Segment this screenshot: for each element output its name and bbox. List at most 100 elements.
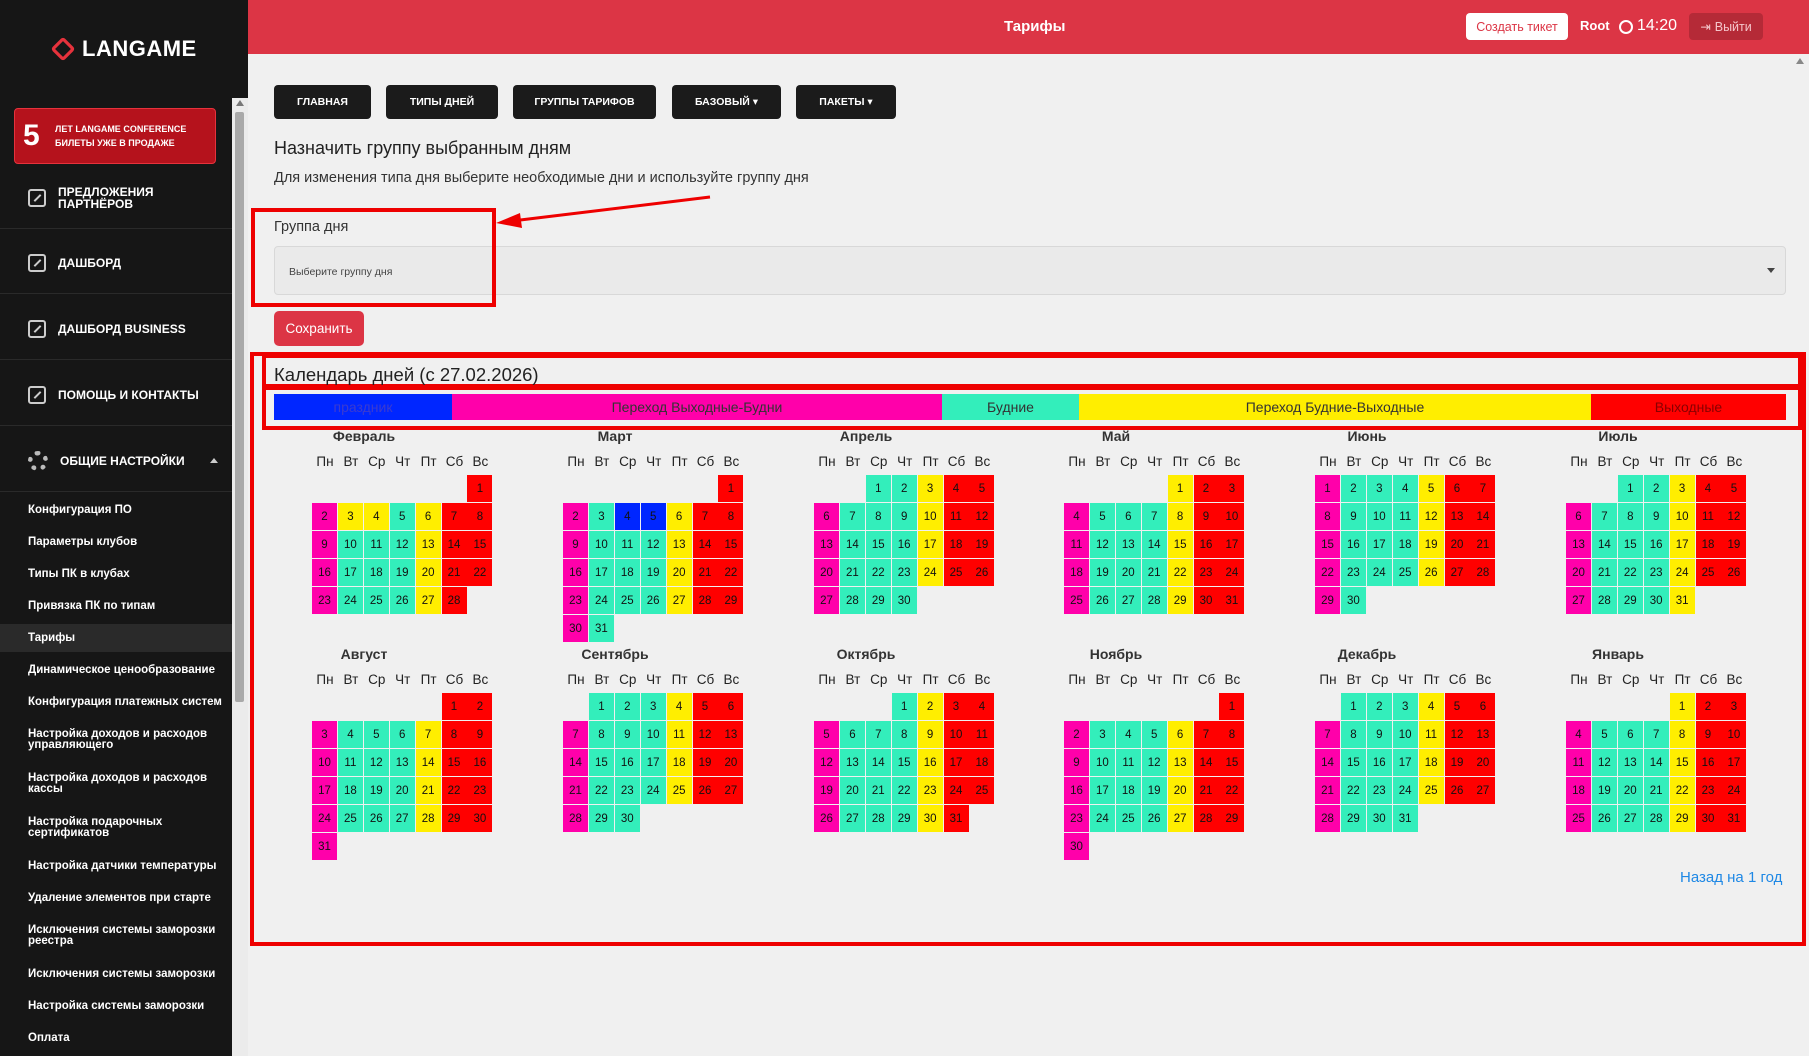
- calendar-day[interactable]: 28: [692, 587, 718, 614]
- calendar-day[interactable]: 15: [588, 749, 614, 776]
- tab-tariff-groups[interactable]: ГРУППЫ ТАРИФОВ: [513, 85, 656, 119]
- calendar-day[interactable]: 30: [563, 615, 588, 642]
- calendar-day[interactable]: 15: [441, 749, 467, 776]
- calendar-day[interactable]: 6: [1470, 693, 1496, 720]
- calendar-day[interactable]: 24: [917, 559, 943, 586]
- calendar-day[interactable]: 3: [640, 693, 666, 720]
- calendar-day[interactable]: 27: [1444, 559, 1470, 586]
- calendar-day[interactable]: 20: [814, 559, 839, 586]
- calendar-day[interactable]: 12: [389, 531, 415, 558]
- sidebar-item-startup-removal[interactable]: Удаление элементов при старте: [0, 884, 232, 912]
- calendar-day[interactable]: 14: [441, 531, 467, 558]
- calendar-day[interactable]: 18: [1418, 749, 1444, 776]
- calendar-day[interactable]: 14: [865, 749, 891, 776]
- calendar-day[interactable]: 23: [467, 777, 493, 804]
- calendar-day[interactable]: 2: [1643, 475, 1669, 502]
- calendar-day[interactable]: 10: [1669, 503, 1695, 530]
- calendar-day[interactable]: 26: [1444, 777, 1470, 804]
- calendar-day[interactable]: 27: [839, 805, 865, 832]
- calendar-day[interactable]: 8: [1669, 721, 1695, 748]
- calendar-day[interactable]: 12: [692, 721, 718, 748]
- calendar-day[interactable]: 13: [389, 749, 415, 776]
- calendar-day[interactable]: 8: [441, 721, 467, 748]
- calendar-day[interactable]: 25: [1392, 559, 1418, 586]
- calendar-day[interactable]: 8: [1340, 721, 1366, 748]
- calendar-day[interactable]: 24: [337, 587, 363, 614]
- calendar-day[interactable]: 22: [467, 559, 493, 586]
- calendar-day[interactable]: 29: [1669, 805, 1695, 832]
- calendar-day[interactable]: 19: [814, 777, 839, 804]
- calendar-day[interactable]: 30: [467, 805, 493, 832]
- calendar-day[interactable]: 8: [891, 721, 917, 748]
- calendar-day[interactable]: 2: [467, 693, 493, 720]
- calendar-day[interactable]: 10: [1219, 503, 1245, 530]
- calendar-day[interactable]: 10: [588, 531, 614, 558]
- calendar-day[interactable]: 2: [1695, 693, 1721, 720]
- calendar-day[interactable]: 15: [891, 749, 917, 776]
- calendar-day[interactable]: 27: [814, 587, 839, 614]
- calendar-day[interactable]: 22: [1315, 559, 1340, 586]
- calendar-day[interactable]: 13: [1444, 503, 1470, 530]
- sidebar-item-gift-certificates[interactable]: Настройка подарочных сертификатов: [0, 808, 232, 848]
- calendar-day[interactable]: 2: [614, 693, 640, 720]
- calendar-day[interactable]: 11: [1115, 749, 1141, 776]
- calendar-day[interactable]: 14: [1470, 503, 1496, 530]
- calendar-day[interactable]: 9: [563, 531, 588, 558]
- calendar-day[interactable]: 18: [1115, 777, 1141, 804]
- calendar-day[interactable]: 23: [614, 777, 640, 804]
- calendar-day[interactable]: 4: [614, 503, 640, 530]
- calendar-day[interactable]: 23: [1643, 559, 1669, 586]
- calendar-day[interactable]: 20: [718, 749, 744, 776]
- calendar-day[interactable]: 17: [337, 559, 363, 586]
- calendar-day[interactable]: 21: [563, 777, 588, 804]
- calendar-day[interactable]: 22: [1167, 559, 1193, 586]
- calendar-day[interactable]: 6: [1566, 503, 1591, 530]
- calendar-day[interactable]: 14: [692, 531, 718, 558]
- calendar-day[interactable]: 29: [441, 805, 467, 832]
- calendar-day[interactable]: 22: [891, 777, 917, 804]
- calendar-day[interactable]: 7: [415, 721, 441, 748]
- calendar-day[interactable]: 28: [1141, 587, 1167, 614]
- calendar-day[interactable]: 29: [1617, 587, 1643, 614]
- calendar-day[interactable]: 13: [814, 531, 839, 558]
- calendar-day[interactable]: 26: [1418, 559, 1444, 586]
- calendar-day[interactable]: 13: [1115, 531, 1141, 558]
- calendar-day[interactable]: 10: [1366, 503, 1392, 530]
- calendar-day[interactable]: 3: [588, 503, 614, 530]
- calendar-day[interactable]: 8: [1315, 503, 1340, 530]
- calendar-day[interactable]: 18: [1566, 777, 1591, 804]
- calendar-day[interactable]: 21: [415, 777, 441, 804]
- calendar-day[interactable]: 20: [666, 559, 692, 586]
- calendar-day[interactable]: 1: [467, 475, 493, 502]
- calendar-day[interactable]: 15: [1167, 531, 1193, 558]
- calendar-day[interactable]: 29: [588, 805, 614, 832]
- calendar-day[interactable]: 21: [441, 559, 467, 586]
- calendar-day[interactable]: 31: [312, 833, 337, 860]
- calendar-day[interactable]: 28: [415, 805, 441, 832]
- calendar-day[interactable]: 17: [588, 559, 614, 586]
- calendar-day[interactable]: 22: [865, 559, 891, 586]
- calendar-day[interactable]: 26: [363, 805, 389, 832]
- calendar-day[interactable]: 4: [1392, 475, 1418, 502]
- calendar-day[interactable]: 18: [337, 777, 363, 804]
- calendar-day[interactable]: 6: [666, 503, 692, 530]
- calendar-day[interactable]: 20: [415, 559, 441, 586]
- calendar-day[interactable]: 27: [666, 587, 692, 614]
- calendar-day[interactable]: 16: [467, 749, 493, 776]
- calendar-day[interactable]: 6: [389, 721, 415, 748]
- calendar-day[interactable]: 10: [312, 749, 337, 776]
- calendar-day[interactable]: 1: [891, 693, 917, 720]
- calendar-day[interactable]: 16: [1193, 531, 1219, 558]
- calendar-day[interactable]: 2: [1064, 721, 1089, 748]
- calendar-day[interactable]: 6: [1617, 721, 1643, 748]
- calendar-day[interactable]: 9: [614, 721, 640, 748]
- calendar-day[interactable]: 10: [337, 531, 363, 558]
- calendar-day[interactable]: 15: [1219, 749, 1245, 776]
- calendar-day[interactable]: 28: [441, 587, 467, 614]
- calendar-day[interactable]: 24: [943, 777, 969, 804]
- calendar-day[interactable]: 20: [389, 777, 415, 804]
- sidebar-item-pc-types[interactable]: Типы ПК в клубах: [0, 560, 232, 588]
- calendar-day[interactable]: 30: [1064, 833, 1089, 860]
- tab-packages-dropdown[interactable]: ПАКЕТЫ ▾: [796, 85, 896, 119]
- calendar-day[interactable]: 8: [1219, 721, 1245, 748]
